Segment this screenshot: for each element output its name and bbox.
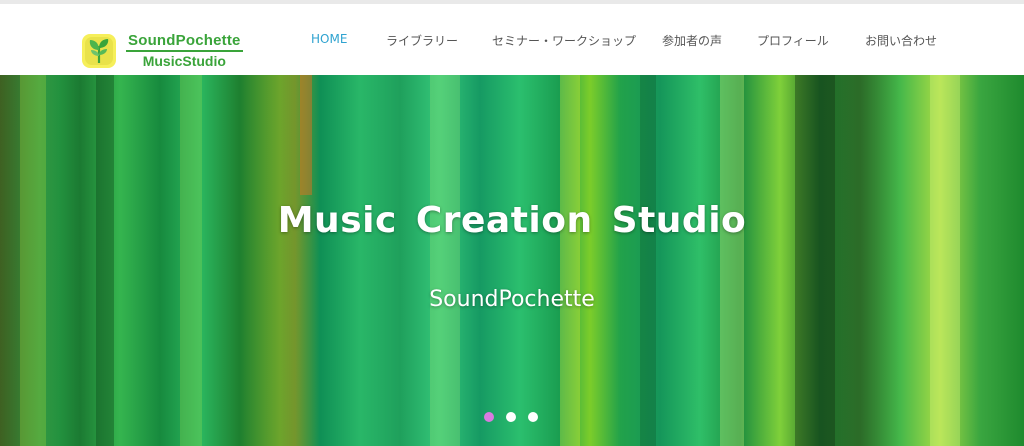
- site-header: SoundPochette MusicStudio HOME ライブラリー セミ…: [0, 4, 1024, 75]
- nav-contact[interactable]: お問い合わせ: [865, 32, 937, 49]
- slider-dot-3[interactable]: [528, 412, 538, 422]
- paint-streak: [180, 75, 202, 446]
- nav-testimonials[interactable]: 参加者の声: [662, 32, 722, 49]
- slider-dot-2[interactable]: [506, 412, 516, 422]
- paint-streak: [640, 75, 656, 446]
- paint-streak: [560, 75, 580, 446]
- hero-slider: Music Creation Studio SoundPochette: [0, 75, 1024, 446]
- nav-seminar-workshop[interactable]: セミナー・ワークショップ: [492, 32, 636, 49]
- main-nav: HOME ライブラリー セミナー・ワークショップ 参加者の声 プロフィール お問…: [0, 32, 1024, 52]
- paint-streak: [20, 75, 46, 446]
- paint-streak: [300, 75, 312, 195]
- paint-streak: [430, 75, 460, 446]
- paint-streak: [795, 75, 835, 446]
- nav-profile[interactable]: プロフィール: [757, 32, 829, 49]
- hero-title: Music Creation Studio: [277, 200, 747, 241]
- slider-dot-1[interactable]: [484, 412, 494, 422]
- logo-subtitle: MusicStudio: [142, 53, 226, 69]
- paint-streak: [720, 75, 744, 446]
- paint-streak: [930, 75, 960, 446]
- nav-library[interactable]: ライブラリー: [386, 32, 458, 49]
- hero-subtitle: SoundPochette: [429, 287, 595, 312]
- paint-streak: [96, 75, 114, 446]
- nav-home[interactable]: HOME: [311, 32, 347, 46]
- slider-pagination: [484, 412, 538, 424]
